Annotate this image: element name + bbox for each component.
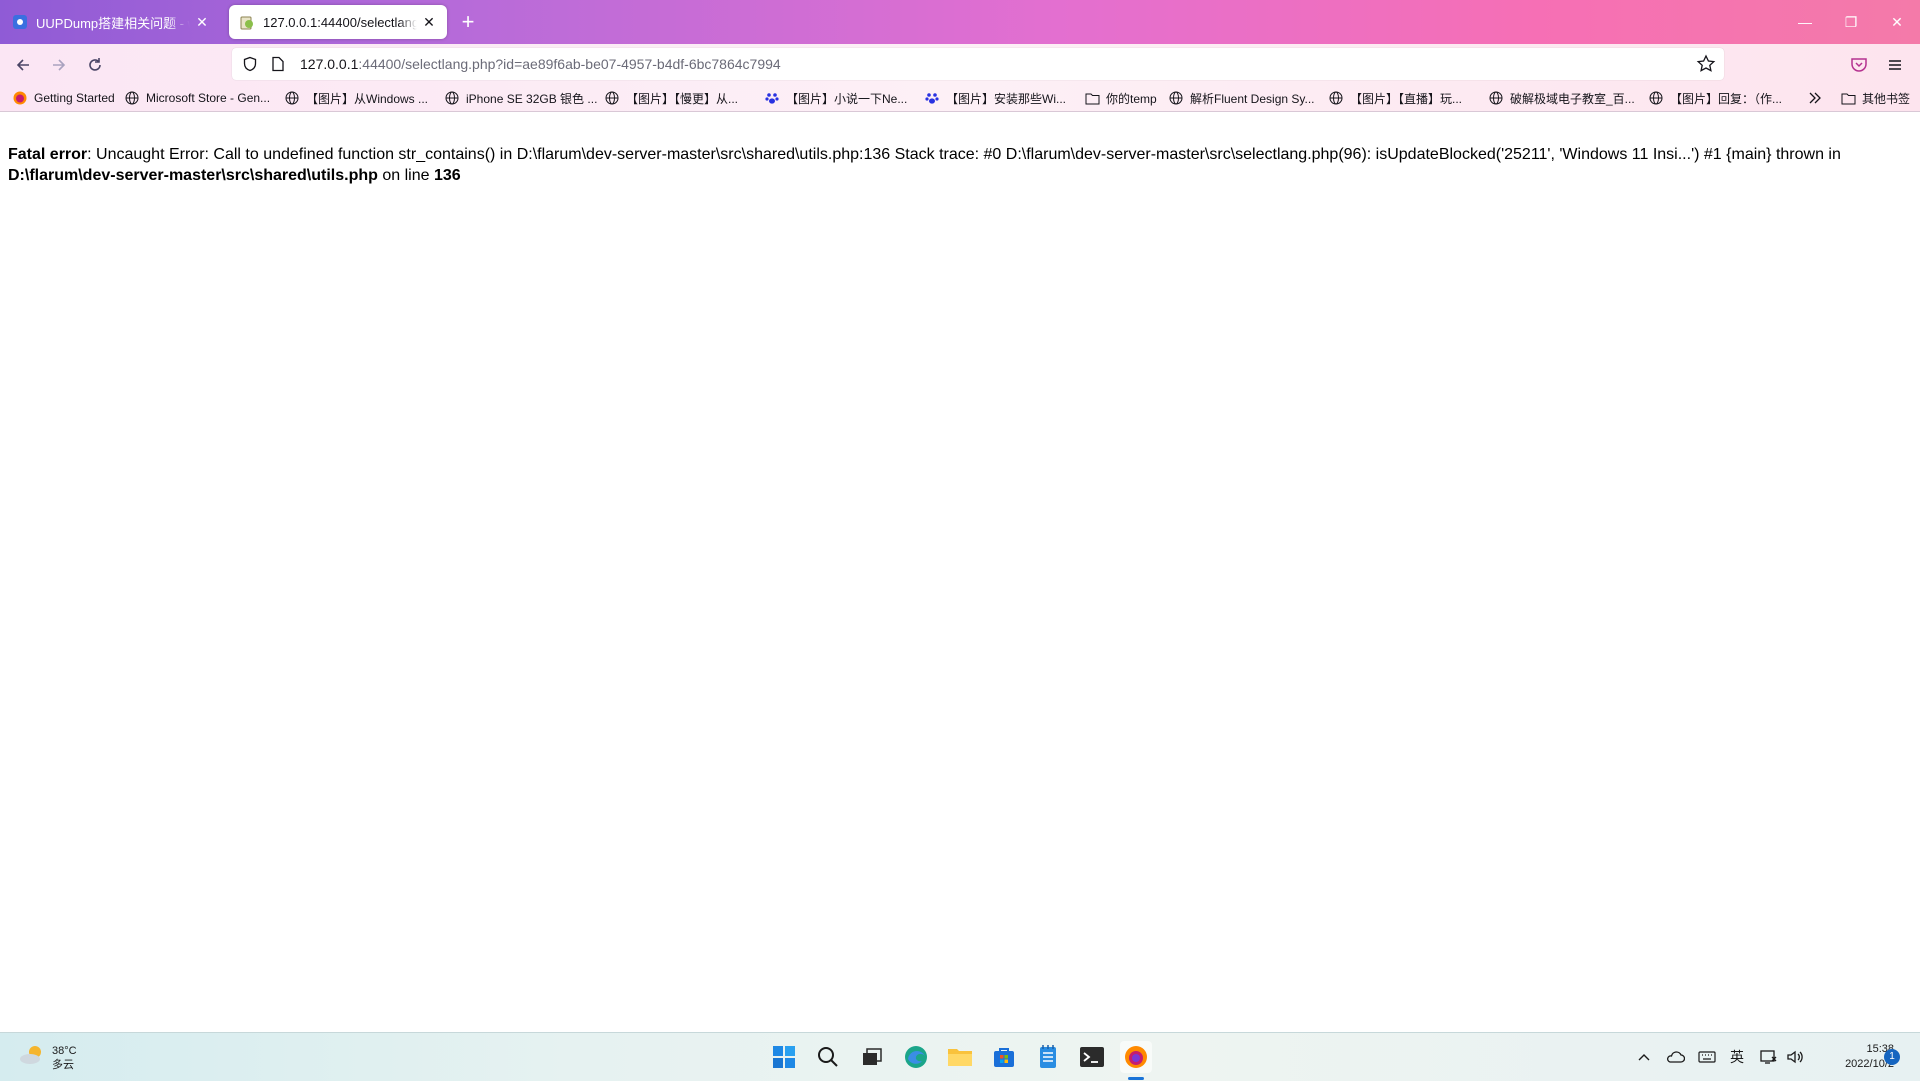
- bookmark-label: 解析Fluent Design Sy...: [1190, 91, 1315, 106]
- clock[interactable]: 15:38 2022/10/2: [1814, 1042, 1894, 1072]
- tab-strip: UUPDump搭建相关问题 - wvbC ✕ 127.0.0.1:44400/s…: [0, 0, 1920, 44]
- minimize-button[interactable]: —: [1782, 8, 1828, 36]
- pocket-icon[interactable]: [1844, 50, 1874, 80]
- weather-condition: 多云: [52, 1058, 74, 1071]
- notification-badge[interactable]: 1: [1884, 1049, 1900, 1065]
- other-bookmarks-label: 其他书签: [1862, 91, 1911, 106]
- tab-uupdump[interactable]: UUPDump搭建相关问题 - wvbC ✕: [2, 5, 220, 39]
- reload-button[interactable]: [80, 50, 110, 80]
- microsoft-store-icon[interactable]: [988, 1041, 1020, 1073]
- onedrive-cloud-icon[interactable]: [1664, 1047, 1686, 1067]
- bookmark-star-icon[interactable]: [1696, 54, 1716, 77]
- globe-icon: [284, 90, 300, 106]
- folder-icon: [1840, 90, 1856, 106]
- navigation-toolbar: 127.0.0.1:44400/selectlang.php?id=ae89f6…: [0, 44, 1920, 85]
- globe-icon: [604, 90, 620, 106]
- tab-title: 127.0.0.1:44400/selectlang.php?id: [263, 14, 417, 30]
- bookmark-label: 【图片】【慢更】从...: [626, 91, 739, 106]
- tab-selectlang[interactable]: 127.0.0.1:44400/selectlang.php?id ✕: [229, 5, 447, 39]
- bookmark-label: Microsoft Store - Gen...: [146, 91, 271, 105]
- address-bar[interactable]: 127.0.0.1:44400/selectlang.php?id=ae89f6…: [232, 48, 1724, 80]
- clock-time: 15:38: [1866, 1043, 1894, 1055]
- bookmark-item[interactable]: 【图片】小说一下Ne...: [764, 89, 907, 107]
- partly-cloudy-icon: [18, 1043, 46, 1072]
- bookmark-item[interactable]: iPhone SE 32GB 银色 ...: [444, 89, 597, 107]
- back-button[interactable]: [8, 50, 38, 80]
- url-text[interactable]: 127.0.0.1:44400/selectlang.php?id=ae89f6…: [300, 56, 781, 72]
- bookmark-item[interactable]: Microsoft Store - Gen...: [124, 89, 270, 107]
- url-host: 127.0.0.1: [300, 56, 359, 72]
- clock-date: 2022/10/2: [1845, 1058, 1894, 1070]
- bookmark-label: Getting Started: [34, 91, 115, 105]
- error-on-line: on line: [377, 167, 434, 184]
- bookmark-item[interactable]: 【图片】从Windows ...: [284, 89, 428, 107]
- bookmark-folder[interactable]: 你的temp: [1084, 89, 1157, 107]
- bookmark-label: 你的temp: [1106, 91, 1157, 106]
- windows-taskbar: 38°C 多云 英 15:38 2022/10/2 1: [0, 1032, 1920, 1081]
- task-view-icon[interactable]: [856, 1041, 888, 1073]
- close-tab-icon[interactable]: ✕: [421, 14, 437, 30]
- bookmark-item[interactable]: 【图片】【直播】玩...: [1328, 89, 1462, 107]
- bookmark-label: 破解极域电子教室_百...: [1510, 91, 1635, 106]
- url-path: :44400/selectlang.php?id=ae89f6ab-be07-4…: [358, 56, 781, 72]
- globe-icon: [1328, 90, 1344, 106]
- bookmark-label: 【图片】回复：（作...: [1670, 91, 1783, 106]
- edge-browser-icon[interactable]: [900, 1041, 932, 1073]
- tracking-protection-shield-icon[interactable]: [240, 56, 260, 72]
- close-tab-icon[interactable]: ✕: [194, 14, 210, 30]
- globe-icon: [1488, 90, 1504, 106]
- new-tab-button[interactable]: +: [456, 10, 480, 34]
- search-icon[interactable]: [812, 1041, 844, 1073]
- bookmark-label: iPhone SE 32GB 银色 ...: [466, 91, 598, 106]
- menu-icon[interactable]: [1880, 50, 1910, 80]
- close-window-button[interactable]: ✕: [1874, 8, 1920, 36]
- forward-button[interactable]: [44, 50, 74, 80]
- bookmark-label: 【图片】小说一下Ne...: [786, 91, 908, 106]
- bookmark-item[interactable]: 【图片】【慢更】从...: [604, 89, 738, 107]
- folder-icon: [1084, 90, 1100, 106]
- firefox-icon: [12, 90, 28, 106]
- globe-icon: [124, 90, 140, 106]
- php-fatal-error-message: Fatal error: Uncaught Error: Call to und…: [8, 144, 1912, 186]
- bookmark-item[interactable]: 破解极域电子教室_百...: [1488, 89, 1635, 107]
- globe-icon: [1648, 90, 1664, 106]
- weather-temp: 38°C: [52, 1044, 77, 1057]
- volume-icon[interactable]: [1784, 1047, 1806, 1067]
- tab-title: UUPDump搭建相关问题 - wvbC: [36, 15, 190, 31]
- php-page-icon: [239, 14, 255, 30]
- terminal-icon[interactable]: [1076, 1041, 1108, 1073]
- page-info-icon[interactable]: [268, 56, 288, 72]
- bookmark-item[interactable]: 【图片】回复：（作...: [1648, 89, 1782, 107]
- more-bookmarks-chevron-icon[interactable]: [1808, 89, 1822, 107]
- globe-icon: [444, 90, 460, 106]
- bookmark-label: 【图片】从Windows ...: [306, 91, 429, 106]
- bookmark-label: 【图片】【直播】玩...: [1350, 91, 1463, 106]
- error-line-number: 136: [433, 167, 461, 184]
- bookmark-item[interactable]: Getting Started: [12, 89, 115, 107]
- bookmark-item[interactable]: 【图片】安装那些Wi...: [924, 89, 1066, 107]
- notepad-icon[interactable]: [1032, 1041, 1064, 1073]
- baidu-paw-icon: [764, 90, 780, 106]
- site-favicon-icon: [12, 14, 28, 30]
- error-message: : Uncaught Error: Call to undefined func…: [87, 146, 1841, 163]
- restore-button[interactable]: ❐: [1828, 8, 1874, 36]
- keyboard-icon[interactable]: [1696, 1047, 1718, 1067]
- bookmark-item[interactable]: 解析Fluent Design Sy...: [1168, 89, 1315, 107]
- error-file: D:\flarum\dev-server-master\src\shared\u…: [8, 167, 378, 184]
- error-label: Fatal error: [8, 146, 88, 163]
- baidu-paw-icon: [924, 90, 940, 106]
- globe-icon: [1168, 90, 1184, 106]
- show-hidden-icons-chevron-icon[interactable]: [1636, 1047, 1652, 1067]
- start-button[interactable]: [768, 1041, 800, 1073]
- ime-language-indicator[interactable]: 英: [1728, 1047, 1746, 1067]
- firefox-taskbar-icon[interactable]: [1120, 1041, 1152, 1073]
- network-icon[interactable]: [1758, 1047, 1780, 1067]
- page-content: Fatal error: Uncaught Error: Call to und…: [0, 112, 1920, 1032]
- bookmarks-toolbar: Getting Started Microsoft Store - Gen...…: [0, 85, 1920, 112]
- bookmark-label: 【图片】安装那些Wi...: [946, 91, 1066, 106]
- weather-widget[interactable]: 38°C 多云: [18, 1043, 77, 1072]
- other-bookmarks-folder[interactable]: 其他书签: [1840, 89, 1910, 107]
- file-explorer-icon[interactable]: [944, 1041, 976, 1073]
